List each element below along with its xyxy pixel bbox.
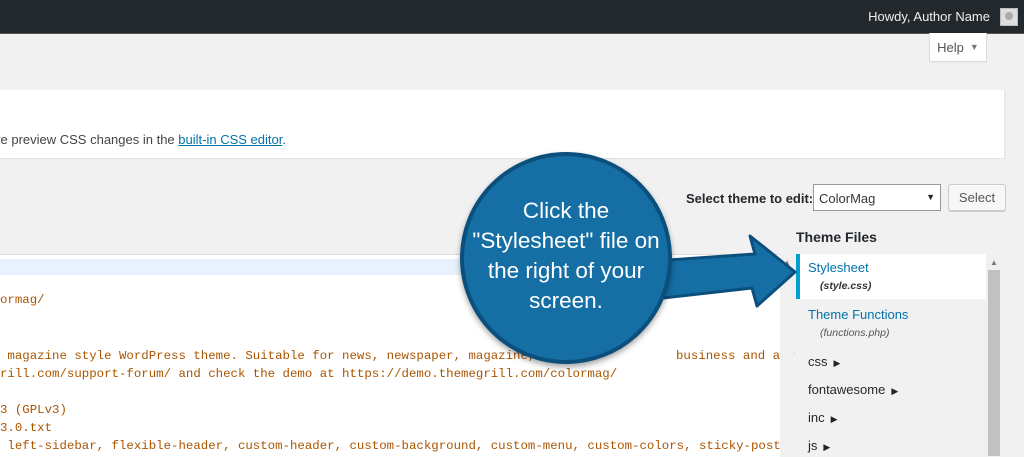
- callout-text: Click the "Stylesheet" file on the right…: [472, 198, 660, 313]
- callout-bubble: Click the "Stylesheet" file on the right…: [460, 152, 672, 364]
